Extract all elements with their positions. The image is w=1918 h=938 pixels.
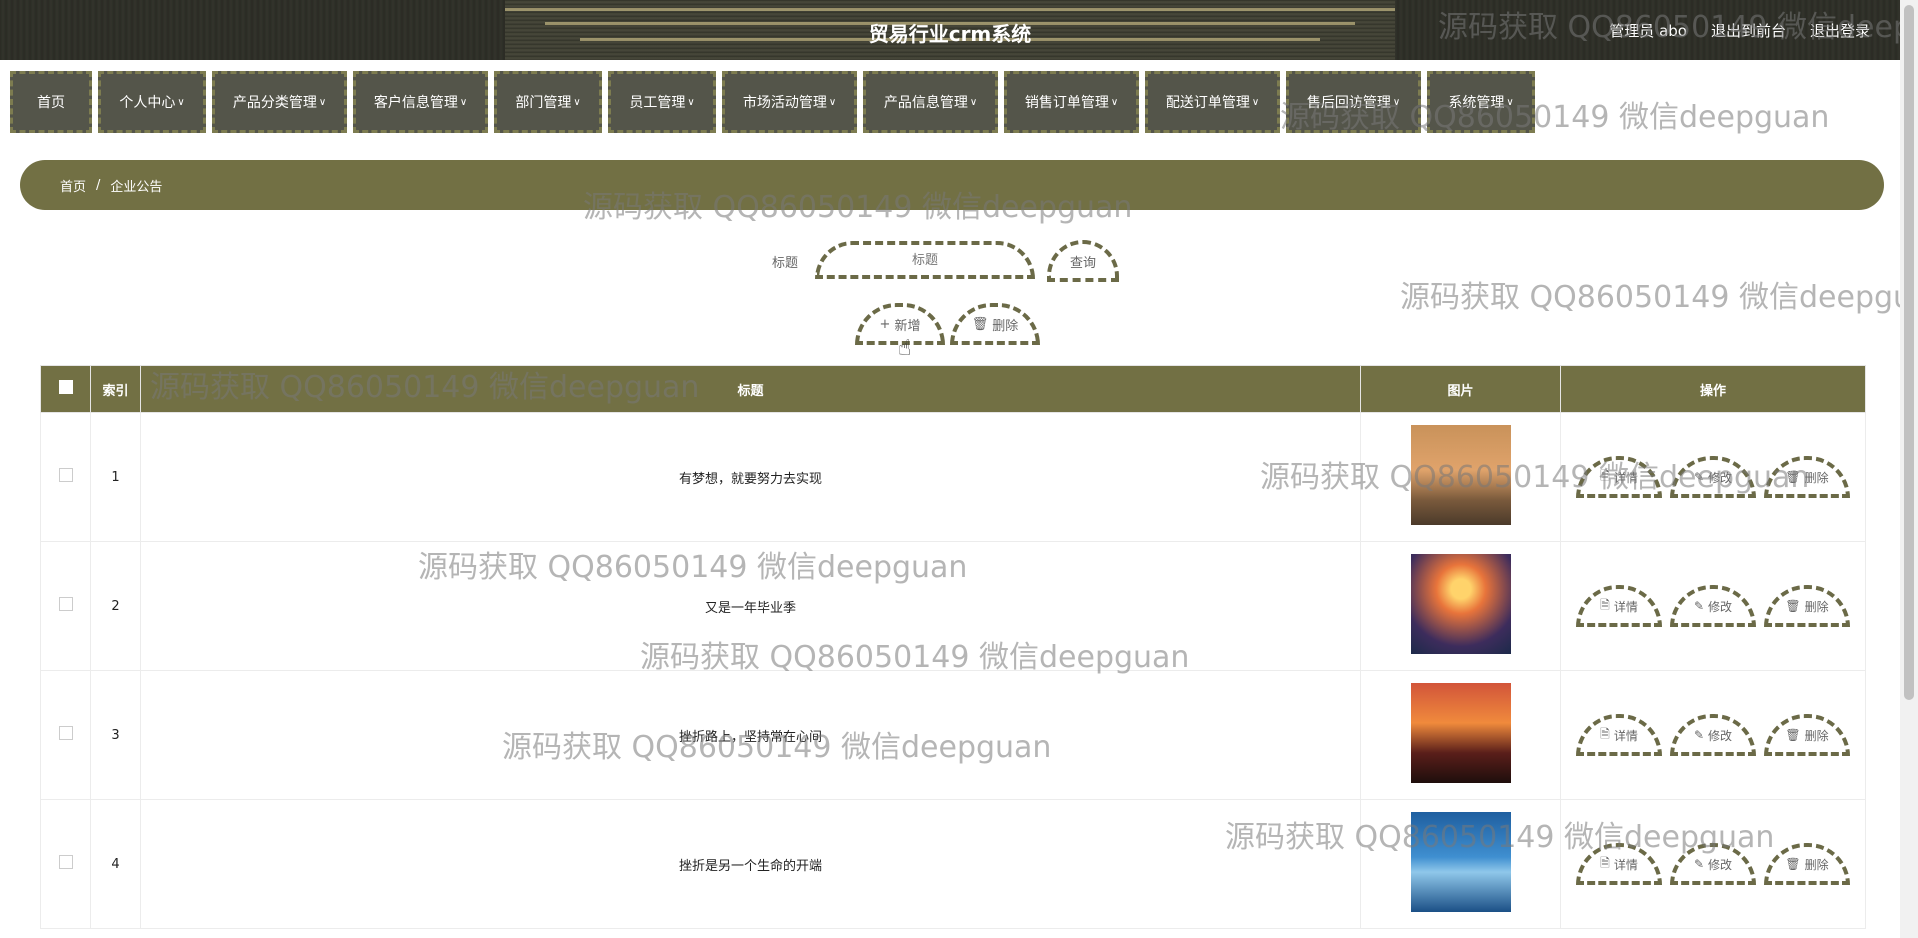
to-front-link[interactable]: 退出到前台: [1711, 20, 1786, 41]
chevron-down-icon: ∨: [687, 96, 695, 108]
nav-item-product-info[interactable]: 产品信息管理 ∨: [863, 71, 998, 133]
row-index: 1: [90, 412, 141, 542]
row-image: [1410, 683, 1511, 783]
chevron-down-icon: ∨: [969, 96, 978, 108]
admin-label: 管理员 abo: [1609, 22, 1687, 40]
detail-button[interactable]: 🗎 详情: [1576, 456, 1662, 498]
breadcrumb-home[interactable]: 首页: [60, 176, 86, 195]
chevron-down-icon: ∨: [1110, 96, 1119, 108]
scrollbar-thumb[interactable]: [1904, 5, 1914, 700]
chevron-down-icon: ∨: [177, 96, 185, 108]
search-title-label: 标题: [772, 256, 799, 271]
row-title: 有梦想，就要努力去实现: [140, 412, 1361, 542]
detail-button[interactable]: 🗎 详情: [1576, 843, 1662, 885]
chevron-down-icon: ∨: [1506, 96, 1514, 108]
pencil-icon: ✎: [1693, 728, 1705, 742]
nav-item-department[interactable]: 部门管理 ∨: [494, 71, 602, 133]
document-icon: 🗎: [1600, 855, 1610, 870]
hand-cursor-icon: ☝: [898, 336, 912, 361]
pencil-icon: ✎: [1693, 857, 1705, 871]
pencil-icon: ✎: [1693, 470, 1705, 484]
nav-item-home[interactable]: 首页: [10, 71, 92, 133]
edit-button[interactable]: ✎ 修改: [1670, 456, 1756, 498]
select-all-cell: [40, 365, 91, 413]
row-title: 挫折路上，坚持常在心间: [140, 670, 1361, 800]
pencil-icon: ✎: [1693, 599, 1705, 613]
column-header-index: 索引: [90, 365, 141, 413]
main-nav: 首页 个人中心 ∨ 产品分类管理 ∨ 客户信息管理 ∨ 部门管理 ∨ 员工管理 ∨ 市场活…: [10, 71, 1535, 133]
row-title: 又是一年毕业季: [140, 541, 1361, 671]
column-header-image: 图片: [1360, 365, 1561, 413]
select-all-checkbox[interactable]: [58, 380, 73, 394]
row-title: 挫折是另一个生命的开端: [140, 799, 1361, 929]
chevron-down-icon: ∨: [1392, 96, 1401, 108]
breadcrumb-current: 企业公告: [110, 179, 163, 195]
breadcrumb-separator: /: [96, 177, 101, 193]
chevron-down-icon: ∨: [828, 96, 837, 108]
detail-button[interactable]: 🗎 详情: [1576, 585, 1662, 627]
trash-icon: 🗑: [1785, 599, 1801, 613]
top-header: 贸易行业crm系统 管理员 abo 退出到前台 退出登录: [0, 0, 1900, 60]
vertical-scrollbar[interactable]: [1900, 0, 1918, 938]
delete-button[interactable]: 🗑 删除: [1764, 456, 1850, 498]
nav-item-customer-info[interactable]: 客户信息管理 ∨: [353, 71, 488, 133]
announcement-table: 索引 标题 图片 操作 1 有梦想，就要努力去实现 🗎详情 ✎修改 🗑删除: [40, 365, 1866, 929]
row-image: [1410, 812, 1511, 912]
edit-button[interactable]: ✎ 修改: [1670, 843, 1756, 885]
search-title-input[interactable]: [815, 241, 1035, 279]
document-icon: 🗎: [1600, 468, 1610, 483]
column-header-title: 标题: [140, 365, 1361, 413]
trash-icon: 🗑: [1785, 470, 1801, 484]
delete-button[interactable]: 🗑 删除: [1764, 714, 1850, 756]
row-index: 3: [90, 670, 141, 800]
nav-item-sales-order[interactable]: 销售订单管理 ∨: [1004, 71, 1139, 133]
query-button[interactable]: 查询: [1047, 240, 1119, 282]
detail-button[interactable]: 🗎 详情: [1576, 714, 1662, 756]
row-image: [1410, 425, 1511, 525]
table-row: 1 有梦想，就要努力去实现 🗎 详情 ✎ 修改 🗑 删除: [40, 412, 1866, 542]
table-row: 2 又是一年毕业季 🗎 详情 ✎ 修改 🗑 删除: [40, 541, 1866, 671]
edit-button[interactable]: ✎ 修改: [1670, 714, 1756, 756]
delete-button[interactable]: 🗑 删除: [1764, 585, 1850, 627]
row-checkbox[interactable]: [58, 597, 73, 611]
nav-item-personal[interactable]: 个人中心 ∨: [98, 71, 206, 133]
table-header-row: 索引 标题 图片 操作: [40, 365, 1866, 413]
document-icon: 🗎: [1600, 597, 1610, 612]
edit-button[interactable]: ✎ 修改: [1670, 585, 1756, 627]
chevron-down-icon: ∨: [573, 96, 581, 108]
document-icon: 🗎: [1600, 726, 1610, 741]
nav-item-system[interactable]: 系统管理 ∨: [1427, 71, 1535, 133]
nav-item-marketing[interactable]: 市场活动管理 ∨: [722, 71, 857, 133]
row-checkbox[interactable]: [58, 855, 73, 869]
batch-delete-button[interactable]: 🗑 删除: [950, 303, 1040, 345]
watermark: 源码获取 QQ86050149 微信deepguan: [1400, 280, 1918, 315]
breadcrumb: 首页 / 企业公告: [20, 160, 1884, 210]
chevron-down-icon: ∨: [459, 96, 468, 108]
plus-icon: +: [879, 316, 891, 332]
row-index: 4: [90, 799, 141, 929]
nav-item-after-sales[interactable]: 售后回访管理 ∨: [1286, 71, 1421, 133]
table-row: 4 挫折是另一个生命的开端 🗎 详情 ✎ 修改 🗑 删除: [40, 799, 1866, 929]
column-header-ops: 操作: [1560, 365, 1866, 413]
nav-item-employee[interactable]: 员工管理 ∨: [608, 71, 716, 133]
row-index: 2: [90, 541, 141, 671]
trash-icon: 🗑: [1785, 728, 1801, 742]
row-checkbox[interactable]: [58, 468, 73, 482]
chevron-down-icon: ∨: [1251, 96, 1260, 108]
table-row: 3 挫折路上，坚持常在心间 🗎 详情 ✎ 修改 🗑 删除: [40, 670, 1866, 800]
trash-icon: 🗑: [1785, 857, 1801, 871]
chevron-down-icon: ∨: [318, 96, 327, 108]
delete-button[interactable]: 🗑 删除: [1764, 843, 1850, 885]
row-checkbox[interactable]: [58, 726, 73, 740]
trash-icon: 🗑: [971, 316, 989, 332]
nav-item-product-category[interactable]: 产品分类管理 ∨: [212, 71, 347, 133]
logout-link[interactable]: 退出登录: [1810, 20, 1870, 41]
row-image: [1410, 554, 1511, 654]
nav-item-delivery-order[interactable]: 配送订单管理 ∨: [1145, 71, 1280, 133]
